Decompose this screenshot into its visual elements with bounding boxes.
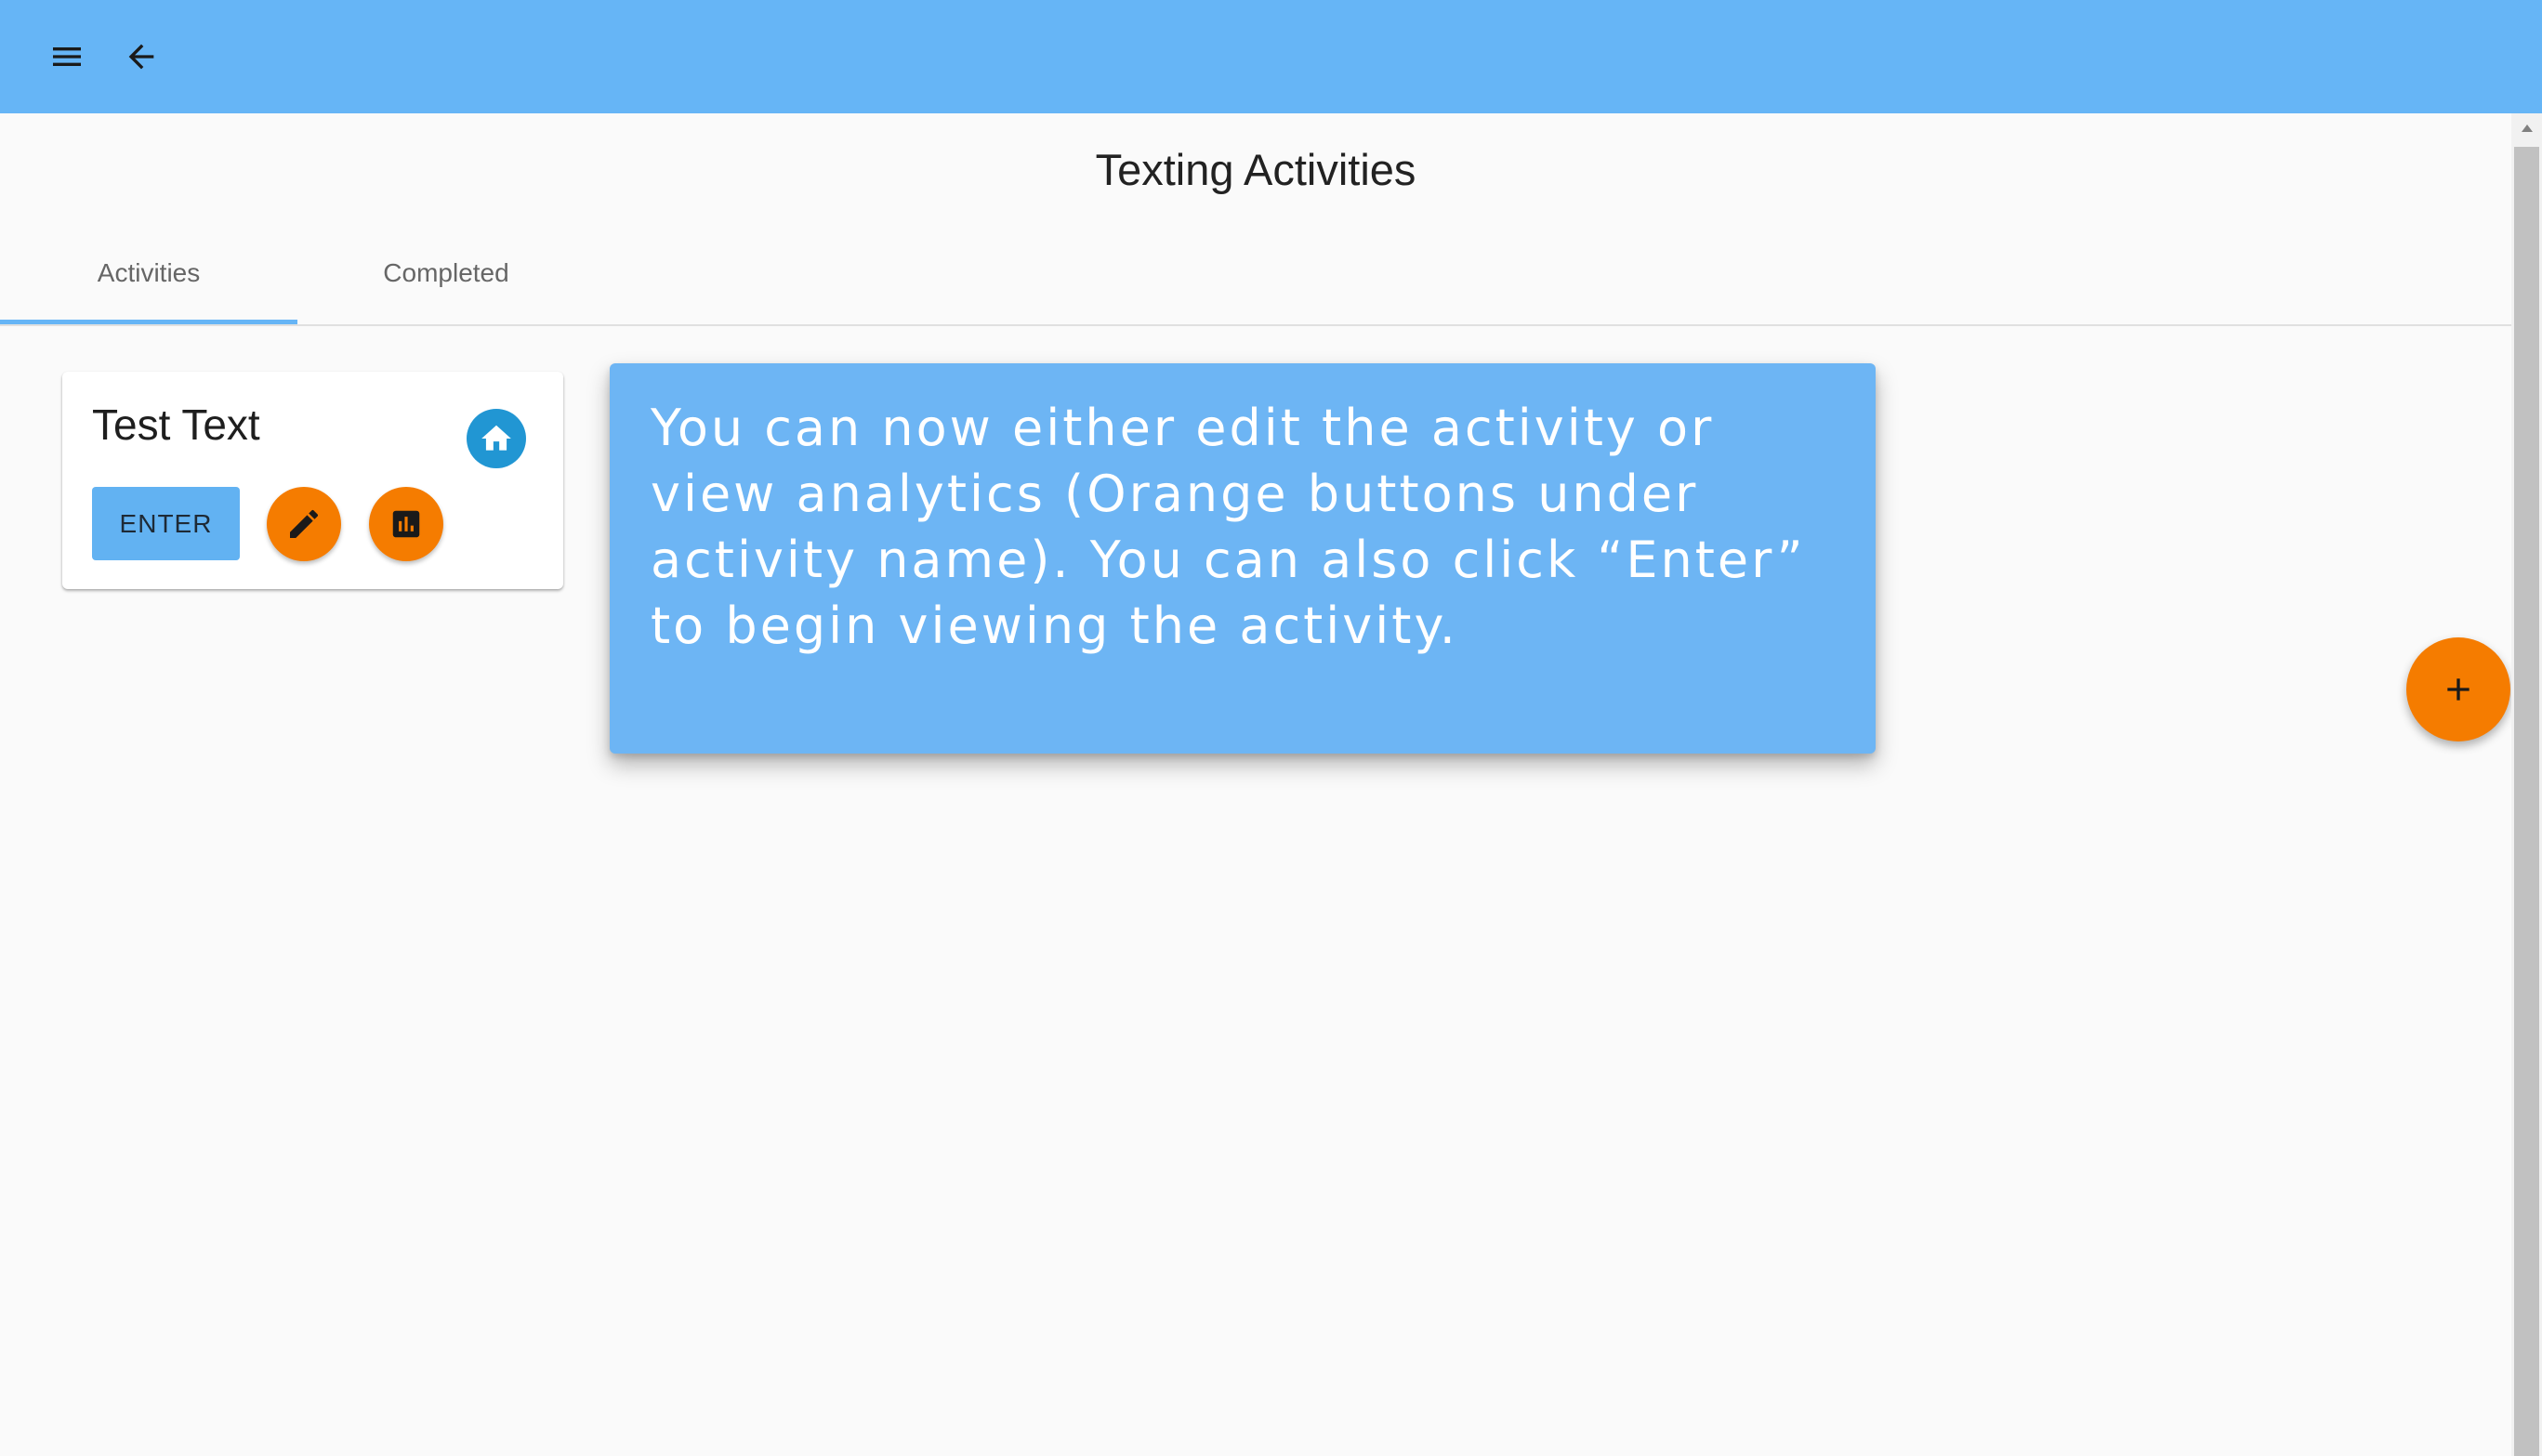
activity-card: Test Text ENTER (62, 372, 563, 589)
add-activity-button[interactable] (2406, 637, 2510, 741)
home-icon (481, 425, 511, 451)
tooltip-text: You can now either edit the activity or … (651, 399, 1806, 655)
triangle-up-icon (2521, 125, 2533, 132)
analytics-button[interactable] (369, 487, 443, 561)
plus-icon (2447, 678, 2470, 701)
bar-chart-icon (392, 510, 420, 538)
back-button[interactable] (109, 24, 174, 89)
edit-activity-button[interactable] (267, 487, 341, 561)
menu-icon (53, 47, 81, 66)
tab-indicator (0, 320, 297, 324)
tutorial-tooltip: You can now either edit the activity or … (610, 363, 1876, 754)
tab-completed[interactable]: Completed (297, 223, 595, 322)
scrollbar[interactable] (2511, 113, 2542, 1456)
activity-title: Test Text (92, 400, 260, 449)
enter-button[interactable]: ENTER (92, 487, 240, 560)
pencil-icon (290, 509, 319, 538)
page-title: Texting Activities (1095, 145, 1416, 194)
app-bar (0, 0, 2542, 113)
scroll-up-arrow[interactable] (2511, 113, 2542, 143)
tab-bar: Activities Completed (0, 223, 2511, 326)
arrow-back-icon (128, 44, 154, 70)
home-badge (467, 409, 526, 468)
scroll-thumb[interactable] (2514, 147, 2539, 1456)
tab-activities[interactable]: Activities (0, 223, 297, 322)
menu-button[interactable] (34, 24, 99, 89)
